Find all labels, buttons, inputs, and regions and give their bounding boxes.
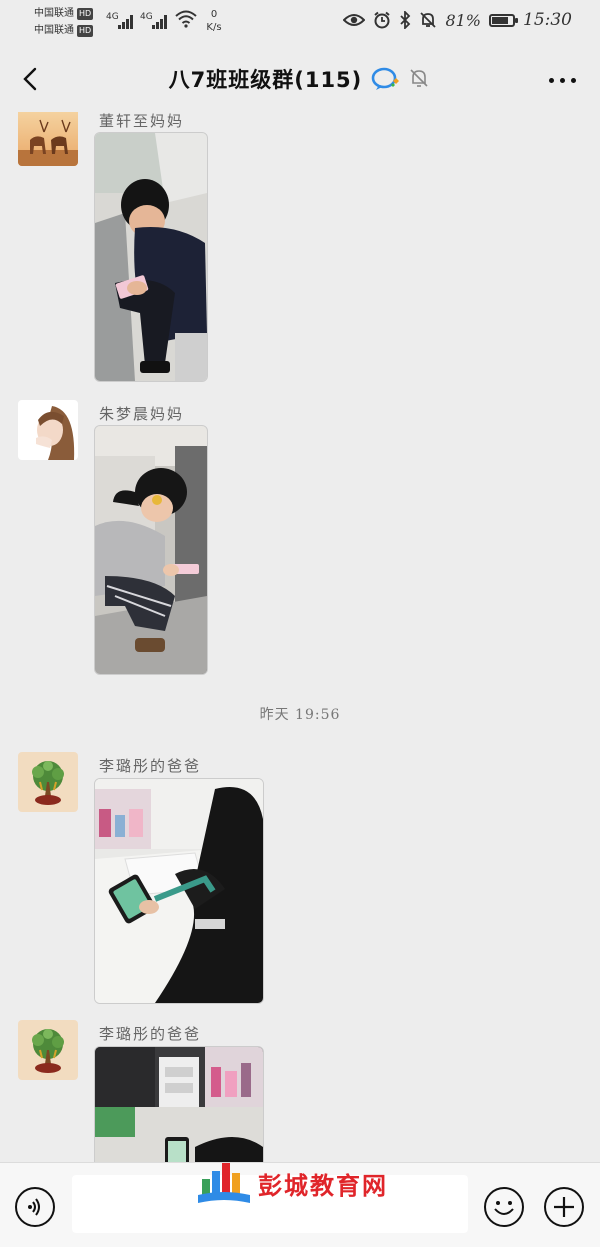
message-photo[interactable]: [94, 132, 208, 382]
emoji-icon[interactable]: [484, 1187, 524, 1227]
time-separator: 昨天 19:56: [259, 707, 341, 723]
sender-name: 朱梦晨妈妈: [99, 405, 185, 423]
chat-bubble-icon[interactable]: [371, 66, 401, 92]
signal-icon: [118, 13, 136, 29]
eye-icon: [343, 13, 366, 27]
watermark-logo-icon: [198, 1163, 250, 1203]
chat-title: 八7班班级群(115): [168, 68, 363, 92]
signal-icon: [152, 13, 170, 29]
chat-message-list[interactable]: 董轩至妈妈 朱梦晨妈妈 昨天 19:56 李璐彤的爸爸 李璐彤的爸爸: [0, 112, 600, 1162]
avatar[interactable]: [18, 400, 78, 460]
status-bar: 中国联通 HD 中国联通 HD 4G 4G 0 K/s 81% 15:30: [0, 0, 600, 46]
sender-name: 李璐彤的爸爸: [99, 757, 202, 775]
avatar[interactable]: [18, 112, 78, 166]
alarm-icon: [373, 11, 391, 29]
bluetooth-icon: [399, 11, 411, 29]
wifi-icon: [175, 10, 197, 28]
carrier-1: 中国联通 HD: [34, 8, 94, 20]
network-type-1: 4G: [106, 12, 119, 22]
sender-name: 董轩至妈妈: [99, 112, 185, 130]
message-photo[interactable]: [94, 1046, 264, 1162]
plus-icon[interactable]: [544, 1187, 584, 1227]
voice-icon[interactable]: [15, 1187, 55, 1227]
message-photo[interactable]: [94, 425, 208, 675]
mute-bell-icon: [410, 69, 428, 87]
chat-header: 八7班班级群(115): [0, 46, 600, 112]
battery-icon: [489, 13, 518, 27]
more-icon[interactable]: [549, 78, 576, 83]
carrier-2: 中国联通 HD: [34, 25, 94, 37]
watermark: 彭城教育网: [196, 1158, 426, 1208]
network-type-2: 4G: [140, 12, 153, 22]
clock: 15:30: [523, 10, 572, 30]
avatar[interactable]: [18, 1020, 78, 1080]
avatar[interactable]: [18, 752, 78, 812]
mute-icon: [419, 11, 437, 29]
sender-name: 李璐彤的爸爸: [99, 1025, 202, 1043]
network-speed: 0 K/s: [206, 9, 222, 33]
watermark-text: 彭城教育网: [258, 1171, 388, 1200]
battery-percent: 81%: [445, 10, 481, 30]
message-photo[interactable]: [94, 778, 264, 1004]
